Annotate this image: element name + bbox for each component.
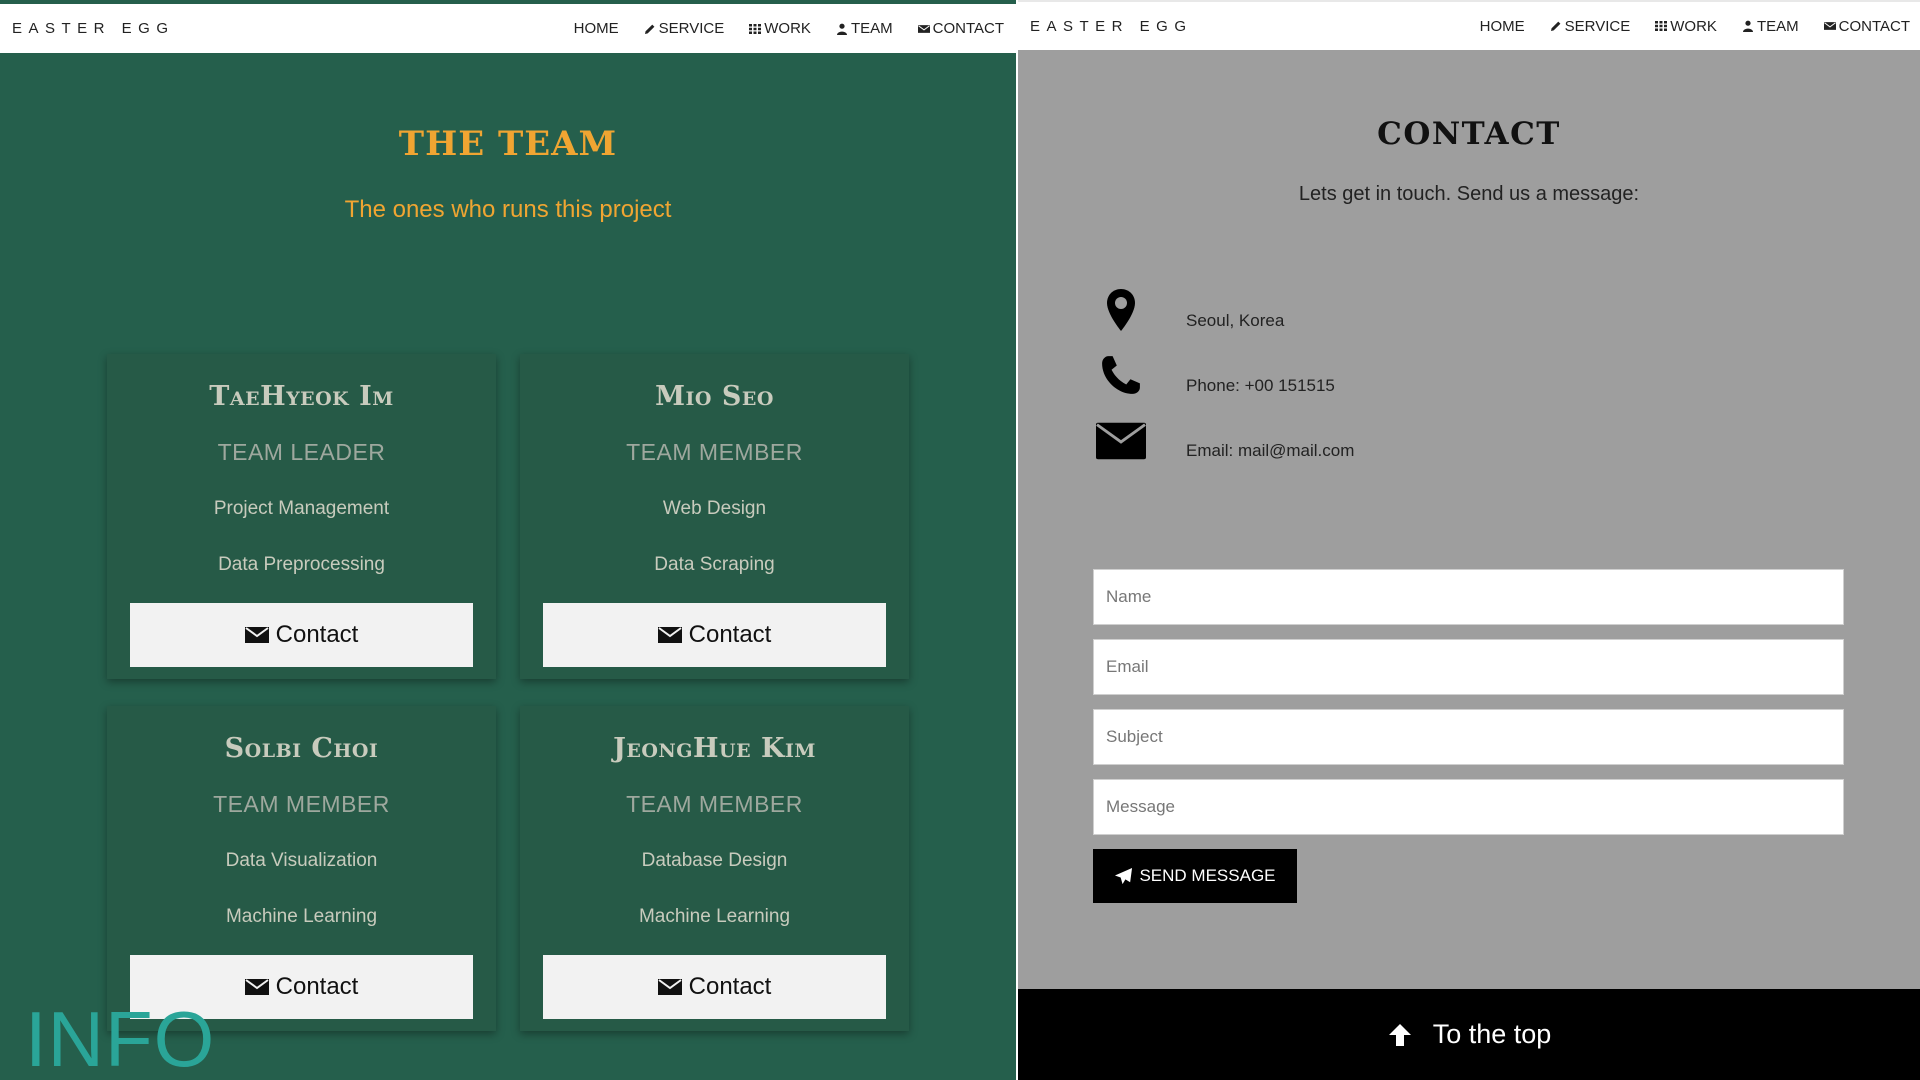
contact-button-label: Contact	[688, 621, 772, 648]
brand-logo[interactable]: EASTER EGG	[1030, 18, 1193, 35]
paper-plane-icon	[1115, 867, 1133, 884]
contact-title: CONTACT	[1377, 116, 1561, 152]
nav-team[interactable]: TEAM	[1742, 18, 1799, 35]
name-field[interactable]	[1093, 569, 1844, 625]
nav-work[interactable]: WORK	[749, 20, 811, 37]
nav-label: CONTACT	[932, 20, 1004, 37]
nav-home[interactable]: HOME	[574, 20, 619, 37]
member-role: TEAM MEMBER	[213, 791, 390, 817]
team-card: JeongHue Kim TEAM MEMBER Database Design…	[520, 706, 909, 1031]
contact-button-label: Contact	[275, 973, 359, 1000]
user-icon	[1742, 20, 1754, 32]
envelope-icon	[244, 627, 269, 643]
member-role: TEAM MEMBER	[626, 439, 803, 465]
nav-label: HOME	[1479, 17, 1525, 35]
envelope-icon	[1823, 20, 1836, 32]
contact-button-label: Contact	[688, 973, 772, 1000]
nav-work[interactable]: WORK	[1655, 18, 1717, 35]
nav-links: HOME SERVICE WORK TEAM CONTACT	[549, 20, 1004, 37]
envelope-icon	[657, 627, 682, 643]
user-icon	[836, 23, 848, 35]
nav-label: SERVICE	[1564, 17, 1631, 35]
to-the-top-label: To the top	[1432, 1019, 1552, 1049]
member-skill: Database Design	[641, 850, 788, 871]
nav-contact[interactable]: CONTACT	[1823, 17, 1910, 35]
map-marker-icon	[1096, 285, 1146, 335]
envelope-icon	[244, 979, 269, 995]
email-text: Email: mail@mail.com	[1186, 441, 1355, 460]
nav-home[interactable]: HOME	[1480, 18, 1525, 35]
contact-subtitle: Lets get in touch. Send us a message:	[1298, 183, 1640, 205]
nav-label: HOME	[573, 20, 619, 37]
nav-label: CONTACT	[1838, 17, 1910, 35]
envelope-icon	[657, 979, 682, 995]
envelope-icon	[1096, 415, 1146, 465]
subject-field[interactable]	[1093, 709, 1844, 765]
nav-label: SERVICE	[658, 20, 725, 37]
contact-button[interactable]: Contact	[130, 603, 473, 667]
member-name: TaeHyeok Im	[209, 381, 394, 412]
address-text: Seoul, Korea	[1186, 311, 1285, 330]
send-message-label: SEND MESSAGE	[1139, 866, 1276, 885]
pencil-icon	[644, 23, 656, 35]
nav-links: HOME SERVICE WORK TEAM CONTACT	[1455, 18, 1910, 35]
envelope-icon	[917, 23, 930, 35]
team-title: THE TEAM	[398, 124, 618, 164]
member-skill: Machine Learning	[638, 906, 791, 927]
navbar: EASTER EGG HOME SERVICE WORK TEAM CONTAC…	[0, 4, 1016, 53]
message-field[interactable]	[1093, 779, 1844, 835]
member-name: Mio Seo	[655, 381, 774, 412]
nav-label: TEAM	[850, 20, 893, 37]
member-name: Solbi Choi	[224, 733, 379, 764]
grid-icon	[1655, 20, 1668, 32]
team-card: TaeHyeok Im TEAM LEADER Project Manageme…	[107, 354, 496, 679]
phone-icon	[1096, 350, 1146, 400]
team-panel: EASTER EGG HOME SERVICE WORK TEAM CONTAC…	[0, 0, 1016, 1080]
navbar: EASTER EGG HOME SERVICE WORK TEAM CONTAC…	[1018, 0, 1920, 50]
to-the-top-button[interactable]: To the top	[1018, 989, 1920, 1080]
member-skill: Data Scraping	[654, 554, 775, 575]
contact-button[interactable]: Contact	[543, 955, 886, 1019]
member-role: TEAM LEADER	[217, 439, 386, 465]
contact-button[interactable]: Contact	[543, 603, 886, 667]
phone-text: Phone: +00 151515	[1186, 376, 1335, 395]
send-message-button[interactable]: SEND MESSAGE	[1093, 849, 1297, 903]
member-name: JeongHue Kim	[613, 733, 816, 764]
member-skill: Web Design	[662, 498, 767, 519]
nav-service[interactable]: SERVICE	[1550, 17, 1631, 35]
team-subtitle: The ones who runs this project	[344, 196, 672, 223]
nav-contact[interactable]: CONTACT	[917, 20, 1004, 37]
member-skill: Data Visualization	[225, 850, 378, 871]
brand-logo[interactable]: EASTER EGG	[12, 20, 175, 37]
member-role: TEAM MEMBER	[626, 791, 803, 817]
email-field[interactable]	[1093, 639, 1844, 695]
nav-team[interactable]: TEAM	[836, 20, 893, 37]
contact-panel: EASTER EGG HOME SERVICE WORK TEAM CONTAC…	[1018, 0, 1920, 1080]
nav-service[interactable]: SERVICE	[644, 20, 725, 37]
nav-label: WORK	[1670, 17, 1717, 35]
member-skill: Machine Learning	[225, 906, 378, 927]
nav-label: TEAM	[1756, 17, 1799, 35]
info-watermark: INFO	[25, 995, 216, 1080]
team-card: Mio Seo TEAM MEMBER Web Design Data Scra…	[520, 354, 909, 679]
nav-label: WORK	[764, 20, 811, 37]
grid-icon	[749, 23, 762, 35]
pencil-icon	[1550, 20, 1562, 32]
member-skill: Project Management	[213, 498, 390, 519]
arrow-up-icon	[1388, 1023, 1411, 1046]
member-skill: Data Preprocessing	[218, 554, 385, 575]
team-card: Solbi Choi TEAM MEMBER Data Visualizatio…	[107, 706, 496, 1031]
contact-button-label: Contact	[275, 621, 359, 648]
